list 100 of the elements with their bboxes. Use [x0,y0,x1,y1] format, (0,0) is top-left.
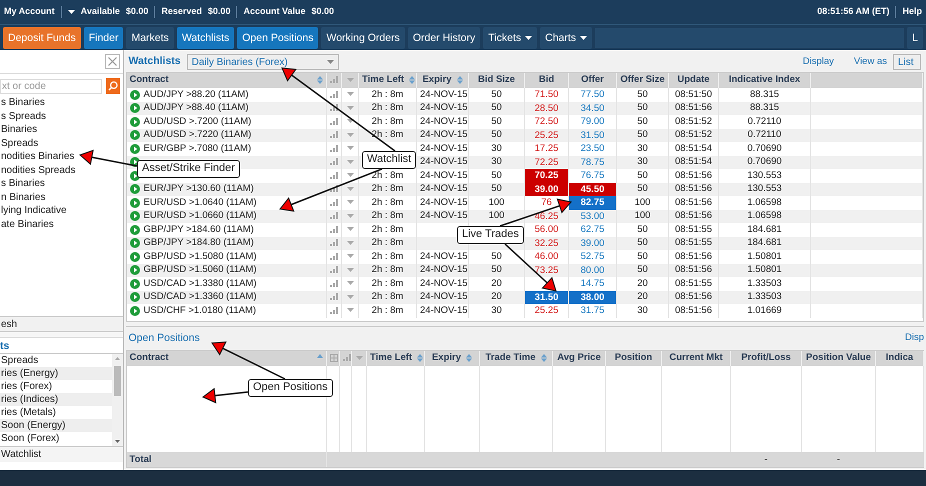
category-item[interactable]: Spreads [0,136,122,150]
contract-name[interactable]: EUR/GBP >.7080 (11AM) [144,142,252,155]
nav-tab[interactable]: Charts [540,26,592,48]
total-value: - [730,452,802,467]
table-cell: 24-NOV-15 [416,290,468,304]
nav-tab[interactable]: Tickets [483,26,538,48]
table-cell: 50 [616,128,668,142]
contract-name[interactable]: AUD/JPY >88.20 (11AM) [144,88,248,101]
column-header[interactable]: Time Left [358,73,416,88]
column-header[interactable]: Trade Time [480,351,552,366]
offer-price[interactable]: 52.75 [580,251,604,262]
watchlist-item[interactable]: ries (Energy) [0,367,112,380]
column-header[interactable]: Update [668,73,718,88]
total-value: - [802,452,876,467]
category-item[interactable]: s Spreads [0,110,122,123]
bars-icon [330,90,338,98]
category-item[interactable]: n Binaries [0,190,122,204]
bid-price[interactable]: 76 [541,197,552,208]
bid-price[interactable]: 25.25 [534,305,558,316]
bid-price[interactable]: 71.50 [534,89,558,100]
column-header[interactable]: Time Left [366,351,424,366]
close-button[interactable] [104,54,120,69]
contract-name[interactable]: USD/CHF >1.0180 (11AM) [144,304,256,317]
watchlist-select[interactable]: Daily Binaries (Forex) [186,54,339,70]
column-header[interactable]: Bid Size [468,73,524,88]
contract-name[interactable]: GBP/USD >1.5080 (11AM) [144,250,257,263]
watchlist-item[interactable]: Spreads [0,354,112,367]
view-select[interactable]: List [893,54,921,70]
column-header[interactable]: Offer Size [616,73,668,88]
search-button[interactable] [106,78,120,94]
contract-name[interactable]: EUR/USD >1.0640 (11AM) [144,196,257,209]
column-header[interactable]: Bid [524,73,568,88]
column-header[interactable]: Contract [126,73,326,88]
watchlist-footer[interactable]: Watchlist [0,446,122,462]
offer-price[interactable]: 38.00 [569,290,616,304]
table-cell: 0.70690 [718,156,810,169]
offer-price[interactable]: 31.75 [580,305,604,316]
bid-price[interactable]: 46.00 [534,251,558,262]
offer-price[interactable]: 79.00 [580,116,604,128]
bid-price[interactable]: 70.25 [525,169,568,182]
category-item[interactable]: nodities Spreads [0,164,122,177]
display-link[interactable]: Disp [904,331,924,346]
nav-tab[interactable]: Finder [84,26,124,48]
account-menu[interactable]: My Account [4,5,55,19]
offer-price[interactable]: 23.50 [580,143,604,154]
offer-price[interactable]: 76.75 [580,170,604,182]
search-field[interactable]: xt or code [0,78,102,94]
caret-icon [346,119,354,124]
bid-price[interactable]: 17.25 [534,143,558,154]
bid-price[interactable]: 39.00 [525,182,568,196]
column-header[interactable]: Indicative Index [718,73,810,88]
contract-name[interactable]: GBP/JPY >184.60 (11AM) [144,224,254,236]
balance-value: $0.00 [208,5,230,18]
nav-tab[interactable]: L [907,26,923,48]
offer-price[interactable]: 77.50 [580,89,604,100]
category-item[interactable]: ate Binaries [0,218,122,231]
column-header[interactable]: Contract [126,351,326,366]
bid-price[interactable]: 31.50 [525,290,568,304]
nav-tab[interactable]: Open Positions [237,26,318,48]
watchlist-item[interactable]: Soon (Forex) [0,432,112,445]
column-header[interactable]: Offer [568,73,616,88]
column-header[interactable]: Expiry [416,73,468,88]
scrollbar[interactable] [112,354,122,446]
watchlist-item[interactable]: ries (Indices) [0,393,112,406]
refresh-button[interactable]: esh [0,316,122,332]
nav-tab[interactable]: Working Orders [321,26,405,48]
category-item[interactable]: nodities Binaries [0,150,122,164]
offer-price[interactable]: 14.75 [580,278,604,290]
bars-icon [330,280,338,287]
table-cell: 30 [468,156,524,169]
bid-price[interactable]: 72.50 [534,116,558,128]
category-item[interactable]: lying Indicative [0,204,122,218]
category-item[interactable]: s Binaries [0,96,122,110]
column-header[interactable]: Indica [876,351,924,366]
watchlist-item[interactable]: ries (Metals) [0,406,112,419]
column-header[interactable]: Profit/Loss [730,351,802,366]
offer-price[interactable]: 62.75 [580,224,604,236]
category-item[interactable]: s Binaries [0,177,122,190]
caret-icon [346,186,354,191]
nav-tab[interactable]: Order History [408,26,480,48]
column-header[interactable]: Expiry [424,351,480,366]
nav-tab[interactable]: Watchlists [176,26,234,48]
column-header[interactable]: Position [606,351,662,366]
table-cell: 30 [616,156,668,169]
contract-name[interactable]: AUD/USD >.7200 (11AM) [144,116,252,128]
column-header[interactable]: Avg Price [552,351,606,366]
nav-tab[interactable]: Markets [126,26,174,48]
table-cell: 50 [468,102,524,115]
watchlist-item[interactable]: ries (Forex) [0,380,112,393]
caret-icon [346,308,354,312]
column-header[interactable]: Current Mkt [662,351,730,366]
contract-name[interactable]: USD/CAD >1.3380 (11AM) [144,278,257,290]
category-item[interactable]: Binaries [0,123,122,136]
bid-price[interactable]: 56.00 [534,224,558,236]
watchlist-item[interactable]: Soon (Energy) [0,419,112,432]
offer-price[interactable]: 82.75 [569,196,616,210]
column-header[interactable]: Position Value [802,351,876,366]
help-link[interactable]: Help [902,5,922,19]
display-link[interactable]: Display [802,54,834,70]
offer-price[interactable]: 45.50 [569,182,616,196]
